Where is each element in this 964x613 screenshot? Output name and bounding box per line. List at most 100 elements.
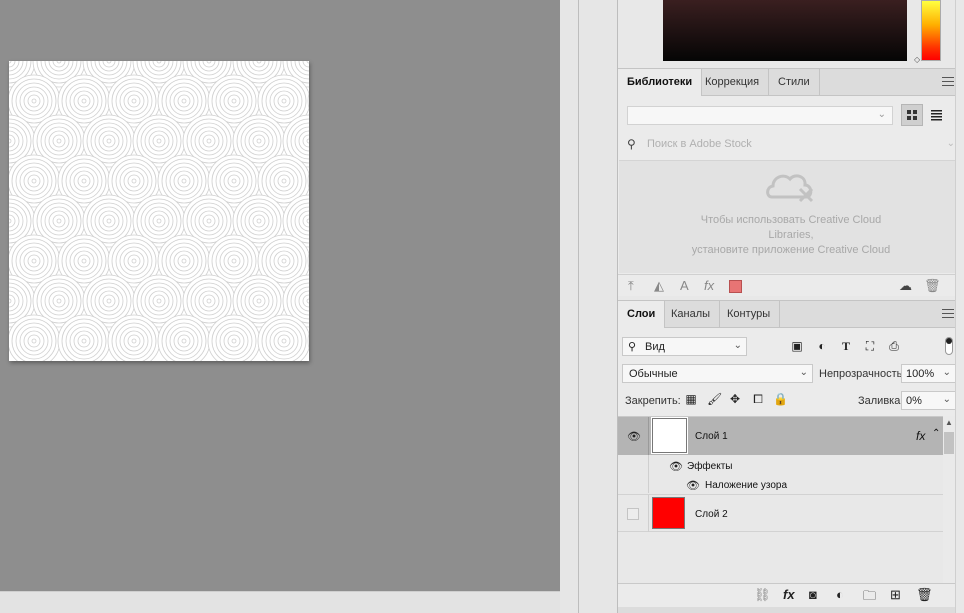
layer-thumbnail (652, 497, 685, 529)
list-view-button[interactable] (926, 104, 948, 126)
canvas-workspace[interactable] (0, 0, 560, 591)
tab-paths[interactable]: Контуры (718, 301, 781, 328)
new-adjustment-icon[interactable]: ◐ (836, 587, 844, 602)
blend-mode-value: Обычные (629, 368, 678, 380)
fill-label: Заливка: (858, 395, 904, 407)
tab-layers[interactable]: Слои (618, 301, 666, 328)
filter-toggle[interactable] (945, 337, 953, 355)
panel-menu-icon[interactable] (942, 77, 954, 87)
chevron-down-icon: ⌄ (877, 109, 886, 120)
list-icon (931, 110, 942, 121)
panel-bottom-edge (618, 607, 964, 613)
effects-label[interactable]: Эффекты (687, 461, 732, 472)
chevron-up-icon[interactable]: ⌃ (932, 428, 940, 439)
visibility-eye-icon[interactable]: 👁 (627, 430, 641, 443)
visibility-eye-icon[interactable]: 👁 (669, 460, 683, 473)
lock-all-icon[interactable]: 🔒 (773, 392, 788, 406)
hue-slider[interactable] (921, 0, 941, 61)
layer-name[interactable]: Слой 1 (695, 431, 728, 442)
chevron-down-icon: ⌄ (946, 138, 955, 149)
effect-pattern-overlay[interactable]: Наложение узора (705, 480, 787, 491)
add-style-icon[interactable]: fx (783, 587, 795, 602)
trash-icon[interactable]: 🗑 (924, 278, 941, 294)
add-color-swatch[interactable] (729, 280, 742, 293)
layer-name[interactable]: Слой 2 (695, 509, 728, 520)
filter-type-icon[interactable]: T (839, 339, 853, 353)
lock-brush-icon[interactable]: 🖌 (707, 392, 722, 406)
fx-icon[interactable]: fx (916, 429, 925, 443)
filter-smart-object-icon[interactable]: ⎙ (887, 339, 901, 353)
add-style-icon[interactable]: fx (704, 278, 714, 293)
horizontal-scrollbar[interactable] (0, 591, 560, 613)
new-group-icon[interactable]: 🗀 (863, 587, 876, 609)
layers-list[interactable]: 👁 Слой 1 fx ⌃ 👁 Эффекты 👁 Наложение узор… (618, 416, 943, 583)
layer-effects: 👁 Эффекты 👁 Наложение узора (618, 455, 943, 493)
grid-icon (907, 110, 917, 120)
library-select[interactable]: ⌄ (627, 106, 893, 125)
panel-menu-icon[interactable] (942, 309, 954, 319)
chevron-down-icon: ⌄ (942, 394, 951, 405)
grid-view-button[interactable] (901, 104, 923, 126)
divider (648, 495, 649, 532)
search-icon: ⚲ (628, 341, 637, 353)
link-layers-icon[interactable]: ⛓ (754, 587, 771, 603)
layer-row-2[interactable]: Слой 2 (618, 494, 943, 532)
circle-pattern-image (9, 61, 309, 361)
visibility-toggle-off[interactable] (627, 508, 639, 520)
filter-label: Вид (645, 341, 665, 353)
layer-filter-select[interactable]: ⚲ Вид ⌄ (622, 337, 747, 356)
tab-libraries[interactable]: Библиотеки (618, 69, 703, 96)
libraries-tabbar: Библиотеки Коррекция Стили (618, 68, 964, 96)
right-panels: ◇ Библиотеки Коррекция Стили ⌄ ⚲ Поиск в… (618, 0, 964, 613)
message-line: Чтобы использовать Creative Cloud (700, 214, 882, 226)
delete-layer-icon[interactable]: 🗑 (916, 587, 933, 603)
add-text-icon[interactable]: A (680, 278, 689, 293)
layers-tabbar: Слои Каналы Контуры (618, 300, 964, 328)
blend-mode-select[interactable]: Обычные ⌄ (622, 364, 813, 383)
lock-artboard-icon[interactable]: ⧠ (751, 392, 765, 406)
fill-field[interactable]: 0% ⌄ (901, 391, 956, 410)
scrollbar-thumb[interactable] (944, 432, 954, 454)
divider (648, 417, 649, 455)
add-graphic-icon[interactable]: ◭ (654, 278, 664, 294)
add-mask-icon[interactable]: ◙ (809, 587, 817, 602)
filter-shape-icon[interactable]: ⛶ (863, 339, 877, 353)
chevron-down-icon: ⌄ (799, 367, 808, 378)
stock-search-field[interactable]: ⚲ Поиск в Adobe Stock ⌄ (627, 134, 955, 154)
hue-slider-handle[interactable]: ◇ (914, 55, 920, 64)
tab-channels[interactable]: Каналы (662, 301, 721, 328)
upload-icon[interactable]: ⤒ (628, 278, 634, 294)
message-line: установите приложение Creative Cloud (691, 244, 891, 256)
chevron-up-icon[interactable]: ▲ (945, 418, 953, 427)
libraries-panel: ⌄ ⚲ Поиск в Adobe Stock ⌄ Чтобы использо… (618, 96, 964, 296)
libraries-footer: ⤒ ◭ A fx ☁ 🗑 (618, 274, 964, 296)
tab-adjustments[interactable]: Коррекция (696, 69, 770, 96)
visibility-eye-icon[interactable]: 👁 (686, 479, 700, 492)
message-line: Libraries, (768, 229, 814, 241)
stock-search-placeholder: Поиск в Adobe Stock (647, 138, 752, 150)
filter-pixel-icon[interactable]: ▣ (790, 339, 804, 353)
color-picker-field[interactable] (663, 0, 907, 61)
opacity-value: 100% (906, 368, 935, 380)
panel-dock-scrollbar[interactable] (955, 0, 964, 613)
document-canvas[interactable] (9, 61, 309, 361)
divider (648, 455, 649, 493)
layer-row-1[interactable]: 👁 Слой 1 fx ⌃ (618, 417, 943, 455)
creative-cloud-disconnected-icon (766, 174, 814, 203)
lock-move-icon[interactable]: ✥ (728, 392, 742, 406)
filter-adjustment-icon[interactable]: ◐ (815, 339, 829, 353)
layers-footer: ⛓ fx ◙ ◐ 🗀 ⊞ 🗑 (618, 583, 964, 607)
opacity-field[interactable]: 100% ⌄ (901, 364, 956, 383)
color-panel: ◇ (618, 0, 964, 68)
chevron-down-icon: ⌄ (733, 340, 742, 351)
cc-sync-icon[interactable]: ☁ (899, 278, 912, 294)
tab-styles[interactable]: Стили (769, 69, 820, 96)
new-layer-icon[interactable]: ⊞ (890, 587, 901, 603)
lock-transparent-icon[interactable]: ▦ (684, 392, 698, 406)
chevron-down-icon: ⌄ (942, 367, 951, 378)
search-icon: ⚲ (627, 137, 636, 151)
layer-thumbnail (651, 417, 688, 454)
opacity-label: Непрозрачность: (819, 368, 906, 380)
lock-label: Закрепить: (625, 395, 681, 407)
divider (578, 0, 579, 613)
